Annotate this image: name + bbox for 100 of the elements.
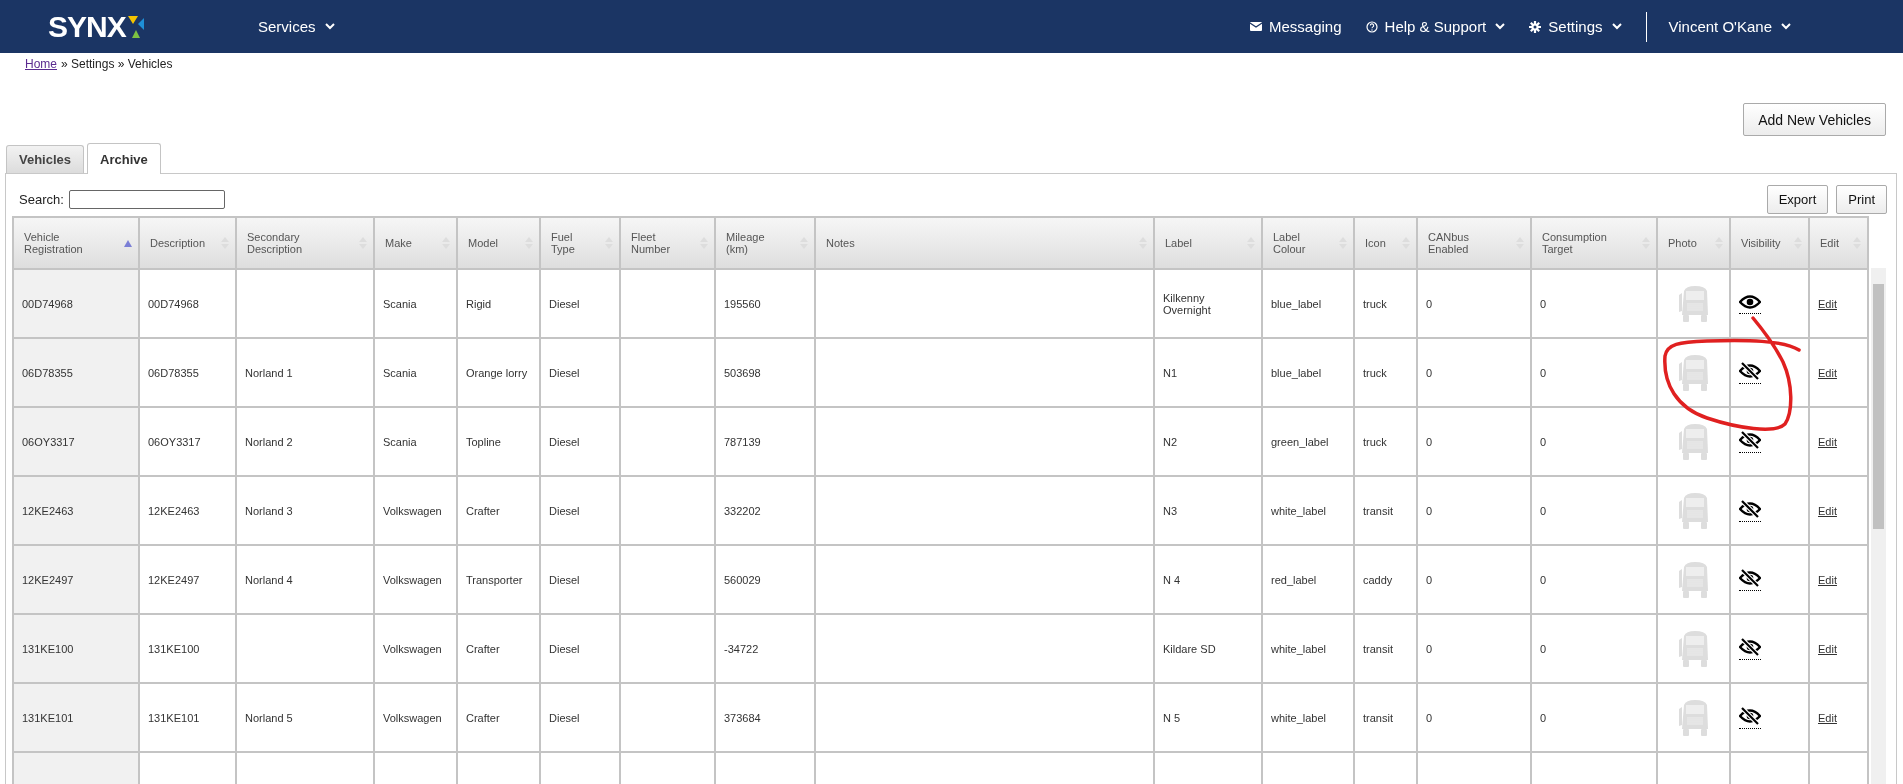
tab[interactable]: Vehicles [6, 145, 85, 173]
sort-ascending-icon[interactable] [124, 239, 132, 247]
table-cell: 12KE2497 [148, 573, 200, 586]
table-cell: Kildare SD [1163, 642, 1216, 655]
table-cell: white_label [1271, 504, 1327, 517]
visibility-toggle[interactable] [1739, 568, 1761, 591]
column-header[interactable]: Label Colour [1262, 217, 1354, 269]
column-header[interactable]: Mileage (km) [715, 217, 815, 269]
table-cell: white_label [1271, 711, 1327, 724]
scrollbar[interactable] [1871, 268, 1886, 784]
table-cell: Norland 4 [245, 573, 293, 586]
edit-link[interactable]: Edit [1818, 711, 1837, 724]
table-cell: 0 [1426, 573, 1433, 586]
table-cell: Norland 3 [245, 504, 293, 517]
logo[interactable]: SYNX [48, 9, 210, 44]
table-cell: white_label [1271, 642, 1327, 655]
table-cell: Diesel [549, 435, 580, 448]
column-header[interactable]: CANbus Enabled [1417, 217, 1531, 269]
column-header[interactable]: Fleet Number [620, 217, 715, 269]
visibility-toggle[interactable] [1739, 430, 1761, 453]
table-cell: Diesel [549, 573, 580, 586]
table-cell: Diesel [549, 504, 580, 517]
table-cell: transit [1363, 504, 1393, 517]
column-header[interactable]: Secondary Description [236, 217, 374, 269]
tab[interactable]: Archive [87, 143, 161, 174]
column-header[interactable]: Icon [1354, 217, 1417, 269]
services-menu[interactable]: Services [258, 18, 335, 35]
column-header[interactable]: Vehicle Registration [13, 217, 139, 269]
column-header[interactable]: Make [374, 217, 457, 269]
visibility-toggle[interactable] [1739, 499, 1761, 522]
column-header[interactable]: Notes [815, 217, 1154, 269]
help-icon[interactable] [1365, 20, 1378, 33]
table-cell: 0 [1426, 711, 1433, 724]
chevron-down-icon[interactable] [1781, 23, 1791, 30]
edit-link[interactable]: Edit [1818, 366, 1837, 379]
column-header[interactable]: Fuel Type [540, 217, 620, 269]
table-cell: 00D74968 [148, 297, 199, 310]
edit-link[interactable]: Edit [1818, 642, 1837, 655]
table-cell: Norland 2 [245, 435, 293, 448]
search-field[interactable] [68, 189, 225, 209]
table-cell: 0 [1426, 504, 1433, 517]
table-cell: 06OY3317 [22, 435, 75, 448]
table-action-button[interactable]: Print [1836, 184, 1887, 214]
nav-menu-item[interactable]: Help & Support [1365, 18, 1506, 35]
chevron-down-icon[interactable] [1611, 23, 1622, 30]
column-header[interactable]: Label [1154, 217, 1262, 269]
column-header[interactable]: Model [457, 217, 540, 269]
table-cell: Volkswagen [383, 573, 442, 586]
table-cell: Crafter [466, 504, 500, 517]
user-menu[interactable]: Vincent O'Kane [1668, 18, 1791, 35]
table-cell: Scania [383, 297, 417, 310]
edit-link[interactable]: Edit [1818, 573, 1837, 586]
table-cell: green_label [1271, 435, 1329, 448]
column-header[interactable]: Photo [1657, 217, 1730, 269]
table-cell: 503698 [724, 366, 761, 379]
edit-link[interactable]: Edit [1818, 297, 1837, 310]
table-cell: 332202 [724, 504, 761, 517]
table-cell: Volkswagen [383, 504, 442, 517]
column-header[interactable]: Consumption Target [1531, 217, 1657, 269]
table-cell: blue_label [1271, 297, 1322, 310]
table-cell: 06D78355 [148, 366, 199, 379]
nav-menu-item[interactable]: Settings [1529, 18, 1622, 35]
table-cell: Diesel [549, 642, 580, 655]
visibility-toggle[interactable] [1739, 361, 1761, 384]
table-cell: Scania [383, 366, 417, 379]
table-cell: 0 [1426, 366, 1433, 379]
visibility-toggle[interactable] [1739, 706, 1761, 729]
column-header[interactable]: Visibility [1730, 217, 1809, 269]
table-cell: N2 [1163, 435, 1178, 448]
breadcrumb-link[interactable]: Home [25, 57, 57, 81]
column-header[interactable]: Edit [1809, 217, 1868, 269]
table-cell: 0 [1426, 297, 1433, 310]
edit-link[interactable]: Edit [1818, 435, 1837, 448]
table-cell: 12KE2463 [22, 504, 74, 517]
edit-link[interactable]: Edit [1818, 504, 1837, 517]
table-cell: 0 [1426, 642, 1433, 655]
table-cell: 0 [1540, 435, 1547, 448]
table-cell: N 5 [1163, 711, 1181, 724]
table-cell: N 4 [1163, 573, 1181, 586]
visibility-toggle[interactable] [1739, 293, 1761, 314]
envelope-icon[interactable] [1250, 22, 1262, 31]
table-cell: transit [1363, 642, 1393, 655]
scrollbar-thumb[interactable] [1873, 284, 1884, 529]
chevron-down-icon[interactable] [1495, 23, 1506, 30]
table-cell: blue_label [1271, 366, 1322, 379]
table-cell: caddy [1363, 573, 1393, 586]
table-action-button[interactable]: Export [1766, 184, 1829, 214]
add-vehicles-button[interactable]: Add New Vehicles [1743, 103, 1886, 136]
settings-icon[interactable] [1529, 20, 1542, 33]
table-cell: truck [1363, 366, 1387, 379]
table-cell: Transporter [466, 573, 523, 586]
table-cell: 0 [1540, 297, 1547, 310]
nav-menu-item[interactable]: Messaging [1250, 18, 1342, 35]
table-cell: N3 [1163, 504, 1178, 517]
table-cell: 131KE100 [22, 642, 74, 655]
visibility-toggle[interactable] [1739, 637, 1761, 660]
table-cell: 0 [1426, 435, 1433, 448]
chevron-down-icon[interactable] [324, 23, 335, 30]
table-cell: -34722 [724, 642, 759, 655]
column-header[interactable]: Description [139, 217, 236, 269]
